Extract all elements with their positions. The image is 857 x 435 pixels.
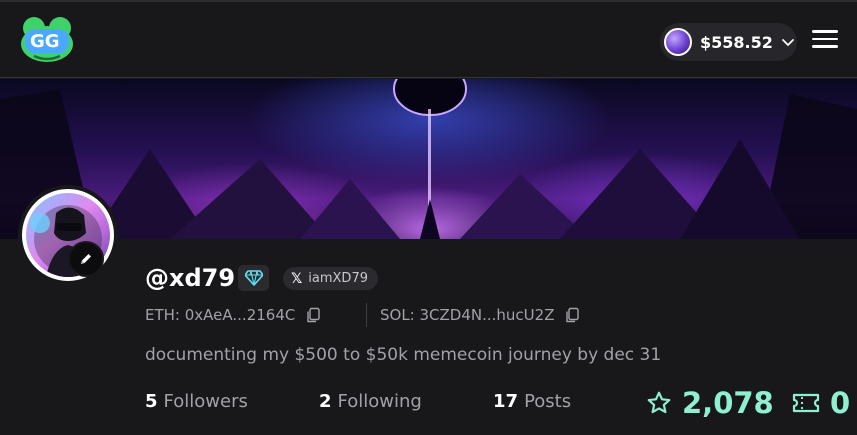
followers-link[interactable]: 5 Followers [145, 391, 248, 412]
following-link[interactable]: 2 Following [319, 391, 422, 412]
profile-username: @xd79 [145, 264, 236, 292]
tickets-display[interactable]: 0 [792, 386, 850, 420]
profile-banner-image [0, 79, 857, 239]
star-icon [647, 391, 671, 414]
diamond-icon [244, 270, 263, 286]
x-handle-link[interactable]: 𝕏 iamXD79 [283, 267, 378, 290]
eth-address-text: ETH: 0xAeA...2164C [145, 306, 296, 324]
following-label: Following [337, 391, 422, 412]
followers-label: Followers [163, 391, 248, 412]
posts-link[interactable]: 17 Posts [493, 391, 571, 412]
x-logo-icon: 𝕏 [291, 270, 303, 287]
posts-count: 17 [493, 391, 519, 412]
edit-avatar-button[interactable] [68, 241, 104, 277]
eth-address: ETH: 0xAeA...2164C [145, 306, 321, 324]
address-divider [366, 303, 367, 327]
sol-address: SOL: 3CZD4N...hucU2Z [380, 306, 580, 324]
hamburger-menu-icon[interactable] [812, 30, 838, 52]
copy-icon[interactable] [564, 307, 580, 323]
gg-frog-logo-icon[interactable]: GG [20, 16, 74, 64]
posts-label: Posts [524, 391, 572, 412]
wallet-balance: $558.52 [700, 32, 773, 52]
chevron-down-icon [781, 39, 794, 47]
followers-count: 5 [145, 391, 158, 412]
avatar-frame [18, 185, 118, 285]
copy-icon[interactable] [305, 307, 321, 323]
ticket-icon [792, 393, 820, 413]
diamond-badge[interactable] [238, 265, 269, 291]
top-navbar: GG $558.52 [0, 0, 857, 78]
tickets-value: 0 [830, 386, 851, 420]
points-value: 2,078 [682, 386, 774, 420]
wallet-avatar-icon [664, 28, 692, 56]
points-display[interactable]: 2,078 [646, 386, 774, 420]
x-handle: iamXD79 [308, 271, 368, 286]
profile-bio: documenting my $500 to $50k memecoin jou… [145, 345, 662, 365]
pencil-icon [81, 254, 91, 264]
svg-text:GG: GG [30, 31, 60, 52]
sol-address-text: SOL: 3CZD4N...hucU2Z [380, 306, 555, 324]
following-count: 2 [319, 391, 332, 412]
wallet-balance-button[interactable]: $558.52 [660, 23, 797, 61]
